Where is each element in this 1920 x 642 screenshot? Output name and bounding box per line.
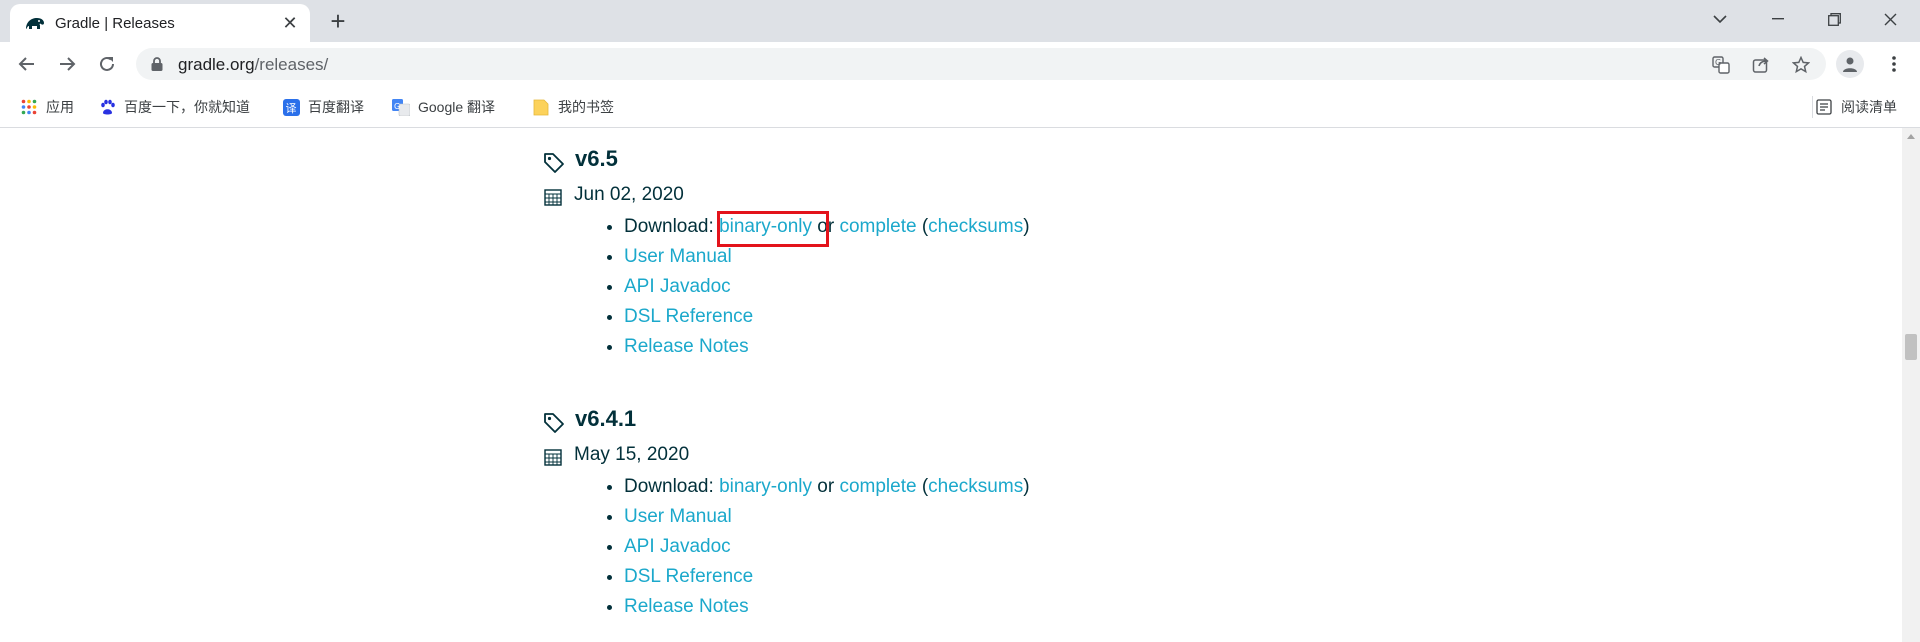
reading-list-icon bbox=[1815, 98, 1833, 116]
paren-close: ) bbox=[1023, 216, 1030, 237]
download-row: Download: binary-only or complete (check… bbox=[607, 472, 1030, 502]
checksums-link[interactable]: checksums bbox=[928, 476, 1023, 497]
bookmark-star-icon[interactable] bbox=[1790, 54, 1812, 76]
user-manual-link[interactable]: User Manual bbox=[624, 506, 732, 527]
paren-open: ( bbox=[916, 216, 929, 237]
folder-icon bbox=[532, 98, 550, 116]
dsl-reference-link[interactable]: DSL Reference bbox=[624, 306, 753, 327]
tab-title: Gradle | Releases bbox=[55, 15, 175, 32]
minimize-icon[interactable] bbox=[1750, 0, 1806, 38]
list-item: Release Notes bbox=[607, 332, 1030, 362]
profile-avatar-icon[interactable] bbox=[1836, 50, 1864, 78]
release-block: v6.5 Jun 02, 2020 Download: binary-only … bbox=[543, 142, 1030, 362]
bookmark-google-translate[interactable]: G Google 翻译 bbox=[392, 96, 495, 118]
restore-icon[interactable] bbox=[1806, 0, 1862, 38]
reading-list-label: 阅读清单 bbox=[1841, 99, 1897, 115]
calendar-icon bbox=[544, 189, 562, 206]
bookmark-baidu[interactable]: 百度一下，你就知道 bbox=[98, 96, 250, 118]
reading-list-button[interactable]: 阅读清单 bbox=[1812, 96, 1897, 118]
paren-close: ) bbox=[1023, 476, 1030, 497]
download-label: Download: bbox=[624, 476, 720, 497]
release-notes-link[interactable]: Release Notes bbox=[624, 596, 749, 617]
browser-toolbar: gradle.org/releases/ G bbox=[0, 42, 1920, 87]
bookmark-label: 应用 bbox=[46, 99, 74, 115]
tab-search-chevron-icon[interactable] bbox=[1692, 0, 1748, 38]
forward-arrow-icon[interactable] bbox=[53, 50, 81, 78]
new-tab-button[interactable]: + bbox=[324, 8, 352, 36]
google-translate-icon: G bbox=[392, 98, 410, 116]
share-icon[interactable] bbox=[1750, 54, 1772, 76]
back-arrow-icon[interactable] bbox=[13, 50, 41, 78]
svg-text:译: 译 bbox=[285, 102, 296, 115]
tab-close-icon[interactable]: ✕ bbox=[280, 13, 300, 33]
calendar-icon bbox=[544, 449, 562, 466]
paren-open: ( bbox=[916, 476, 929, 497]
or-text: or bbox=[812, 476, 840, 497]
url-text[interactable]: gradle.org/releases/ bbox=[178, 55, 328, 75]
baidu-paw-icon bbox=[98, 98, 116, 116]
user-manual-link[interactable]: User Manual bbox=[624, 246, 732, 267]
release-links: Download: binary-only or complete (check… bbox=[607, 472, 1030, 622]
complete-link[interactable]: complete bbox=[839, 476, 916, 497]
bookmark-label: 百度一下，你就知道 bbox=[124, 99, 250, 115]
close-window-icon[interactable] bbox=[1862, 0, 1918, 38]
reload-icon[interactable] bbox=[93, 50, 121, 78]
release-date: May 15, 2020 bbox=[574, 444, 690, 465]
api-javadoc-link[interactable]: API Javadoc bbox=[624, 536, 731, 557]
bookmark-label: 百度翻译 bbox=[308, 99, 364, 115]
bookmark-my-bookmarks[interactable]: 我的书签 bbox=[532, 96, 614, 118]
lock-icon[interactable] bbox=[150, 56, 164, 72]
release-date: Jun 02, 2020 bbox=[574, 184, 684, 205]
svg-text:G: G bbox=[1715, 58, 1721, 67]
gradle-elephant-icon bbox=[26, 18, 44, 29]
tab-strip: Gradle | Releases ✕ + bbox=[0, 0, 1920, 42]
release-version: v6.5 bbox=[575, 146, 618, 171]
complete-link[interactable]: complete bbox=[839, 216, 916, 237]
list-item: API Javadoc bbox=[607, 532, 1030, 562]
list-item: API Javadoc bbox=[607, 272, 1030, 302]
list-item: DSL Reference bbox=[607, 302, 1030, 332]
browser-menu-icon[interactable] bbox=[1880, 50, 1908, 78]
page-content: v6.5 Jun 02, 2020 Download: binary-only … bbox=[0, 128, 1900, 642]
bookmark-apps[interactable]: 应用 bbox=[20, 96, 74, 118]
bookmarks-bar: 应用 百度一下，你就知道 译 百度翻译 G Google 翻译 我的书签 阅读清… bbox=[0, 87, 1920, 128]
baidu-translate-icon: 译 bbox=[282, 98, 300, 116]
address-bar[interactable]: gradle.org/releases/ G bbox=[136, 48, 1826, 80]
scroll-thumb[interactable] bbox=[1905, 334, 1917, 360]
bookmark-label: 我的书签 bbox=[558, 99, 614, 115]
list-item: DSL Reference bbox=[607, 562, 1030, 592]
svg-text:G: G bbox=[394, 102, 400, 111]
release-version: v6.4.1 bbox=[575, 406, 637, 431]
release-block: v6.4.1 May 15, 2020 Download: binary-onl… bbox=[543, 402, 1030, 622]
release-notes-link[interactable]: Release Notes bbox=[624, 336, 749, 357]
checksums-link[interactable]: checksums bbox=[928, 216, 1023, 237]
binary-only-link[interactable]: binary-only bbox=[719, 476, 812, 497]
tag-icon bbox=[544, 153, 564, 173]
list-item: Release Notes bbox=[607, 592, 1030, 622]
dsl-reference-link[interactable]: DSL Reference bbox=[624, 566, 753, 587]
tag-icon bbox=[544, 413, 564, 433]
apps-grid-icon bbox=[20, 98, 38, 116]
bookmark-label: Google 翻译 bbox=[418, 99, 496, 115]
translate-page-icon[interactable]: G bbox=[1710, 54, 1732, 76]
scroll-up-arrow-icon[interactable] bbox=[1907, 134, 1915, 139]
download-label: Download: bbox=[624, 216, 720, 237]
bookmark-baidu-translate[interactable]: 译 百度翻译 bbox=[282, 96, 364, 118]
api-javadoc-link[interactable]: API Javadoc bbox=[624, 276, 731, 297]
list-item: User Manual bbox=[607, 502, 1030, 532]
page-scrollbar[interactable] bbox=[1902, 128, 1920, 642]
highlight-annotation-box bbox=[717, 211, 829, 247]
tab-gradle-releases[interactable]: Gradle | Releases ✕ bbox=[10, 4, 310, 42]
